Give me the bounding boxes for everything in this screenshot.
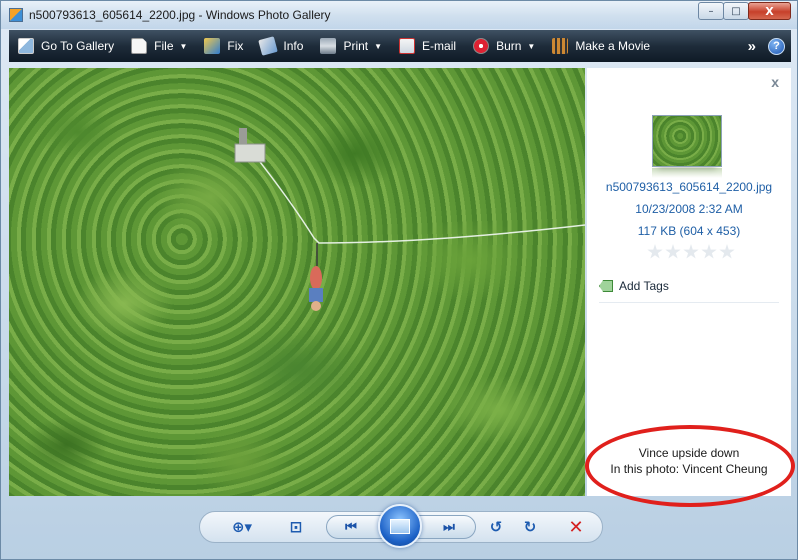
window-title: n500793613_605614_2200.jpg - Windows Pho…	[29, 8, 331, 22]
delete-button[interactable]: ✕	[565, 516, 587, 538]
thumbnail-reflection	[652, 168, 722, 178]
star-icon[interactable]	[647, 244, 663, 259]
minimize-button[interactable]: –	[698, 2, 724, 20]
email-button[interactable]: E-mail	[390, 30, 464, 62]
chevron-down-icon: ▼	[527, 41, 536, 51]
photo-thumbnail	[652, 115, 722, 167]
rotate-clockwise-button[interactable]: ↻	[519, 517, 541, 537]
photo-scene	[234, 128, 585, 311]
person-body	[309, 288, 323, 302]
fix-label: Fix	[227, 39, 244, 53]
person-head	[311, 301, 321, 311]
title-bar[interactable]: n500793613_605614_2200.jpg - Windows Pho…	[1, 1, 797, 29]
window-controls: – □ X	[698, 2, 791, 20]
fix-button[interactable]: Fix	[195, 30, 251, 62]
file-name-link[interactable]: n500793613_605614_2200.jpg	[587, 180, 791, 194]
pane-divider	[599, 302, 779, 303]
delete-icon: ✕	[568, 516, 584, 538]
file-label: File	[154, 39, 174, 53]
burn-menu-button[interactable]: Burn ▼	[464, 30, 543, 62]
star-icon[interactable]	[665, 244, 681, 259]
previous-icon: ⏮	[345, 519, 357, 535]
burn-icon	[473, 38, 490, 54]
print-menu-button[interactable]: Print ▼	[311, 30, 390, 62]
chevron-down-icon: ▼	[179, 41, 188, 51]
print-label: Print	[343, 39, 369, 53]
fit-icon: ⊡	[289, 518, 303, 536]
email-label: E-mail	[422, 39, 457, 53]
toolbar-right: » ?	[748, 37, 791, 55]
info-icon	[258, 36, 279, 56]
next-button[interactable]: ⏭	[437, 517, 461, 537]
next-icon: ⏭	[443, 519, 455, 535]
go-to-gallery-label: Go To Gallery	[41, 39, 115, 53]
star-icon[interactable]	[701, 244, 717, 259]
overflow-chevron-icon[interactable]: »	[748, 38, 756, 55]
help-icon[interactable]: ?	[768, 37, 785, 55]
gallery-icon	[18, 38, 34, 54]
make-a-movie-label: Make a Movie	[575, 39, 651, 53]
movie-icon	[552, 38, 569, 54]
add-tags-button[interactable]: Add Tags	[599, 279, 669, 293]
file-date-link[interactable]: 10/23/2008 2:32 AM	[587, 202, 791, 216]
photo-viewer[interactable]	[9, 68, 585, 496]
file-icon	[131, 38, 148, 54]
rotate-counterclockwise-button[interactable]: ↺	[485, 517, 507, 537]
email-icon	[399, 38, 416, 54]
file-menu-button[interactable]: File ▼	[122, 30, 195, 62]
star-rating[interactable]	[647, 244, 737, 260]
rotate-ccw-icon: ↺	[489, 518, 503, 536]
zipline-platform	[234, 143, 266, 163]
photo-gallery-window: n500793613_605614_2200.jpg - Windows Pho…	[0, 0, 798, 560]
info-label: Info	[283, 39, 304, 53]
zipline-cable	[248, 147, 585, 244]
rotate-cw-icon: ↻	[523, 518, 537, 536]
platform-post	[239, 128, 247, 144]
tag-icon	[599, 280, 613, 292]
chevron-down-icon: ▼	[374, 41, 383, 51]
star-icon[interactable]	[719, 244, 735, 259]
fix-icon	[204, 38, 221, 54]
maximize-button[interactable]: □	[723, 2, 749, 20]
close-button[interactable]: X	[748, 2, 791, 20]
actual-size-button[interactable]: ⊡	[284, 517, 308, 537]
command-toolbar: Go To Gallery File ▼ Fix Info Print ▼ E-…	[9, 30, 791, 62]
zoom-icon: ⊕▾	[231, 518, 253, 536]
annotation-ellipse	[585, 425, 795, 507]
go-to-gallery-button[interactable]: Go To Gallery	[9, 30, 122, 62]
info-button[interactable]: Info	[251, 30, 311, 62]
slideshow-icon	[390, 518, 410, 534]
zoom-button[interactable]: ⊕▾	[226, 517, 258, 537]
make-a-movie-button[interactable]: Make a Movie	[543, 30, 658, 62]
slideshow-button[interactable]	[378, 504, 422, 548]
app-icon	[9, 8, 23, 22]
add-tags-label: Add Tags	[619, 279, 669, 293]
star-icon[interactable]	[683, 244, 699, 259]
burn-label: Burn	[496, 39, 522, 53]
previous-button[interactable]: ⏮	[339, 517, 363, 537]
print-icon	[320, 38, 337, 54]
person-legs	[310, 266, 322, 290]
file-size-text: 117 KB (604 x 453)	[637, 224, 741, 238]
pane-close-button[interactable]: x	[771, 74, 779, 90]
